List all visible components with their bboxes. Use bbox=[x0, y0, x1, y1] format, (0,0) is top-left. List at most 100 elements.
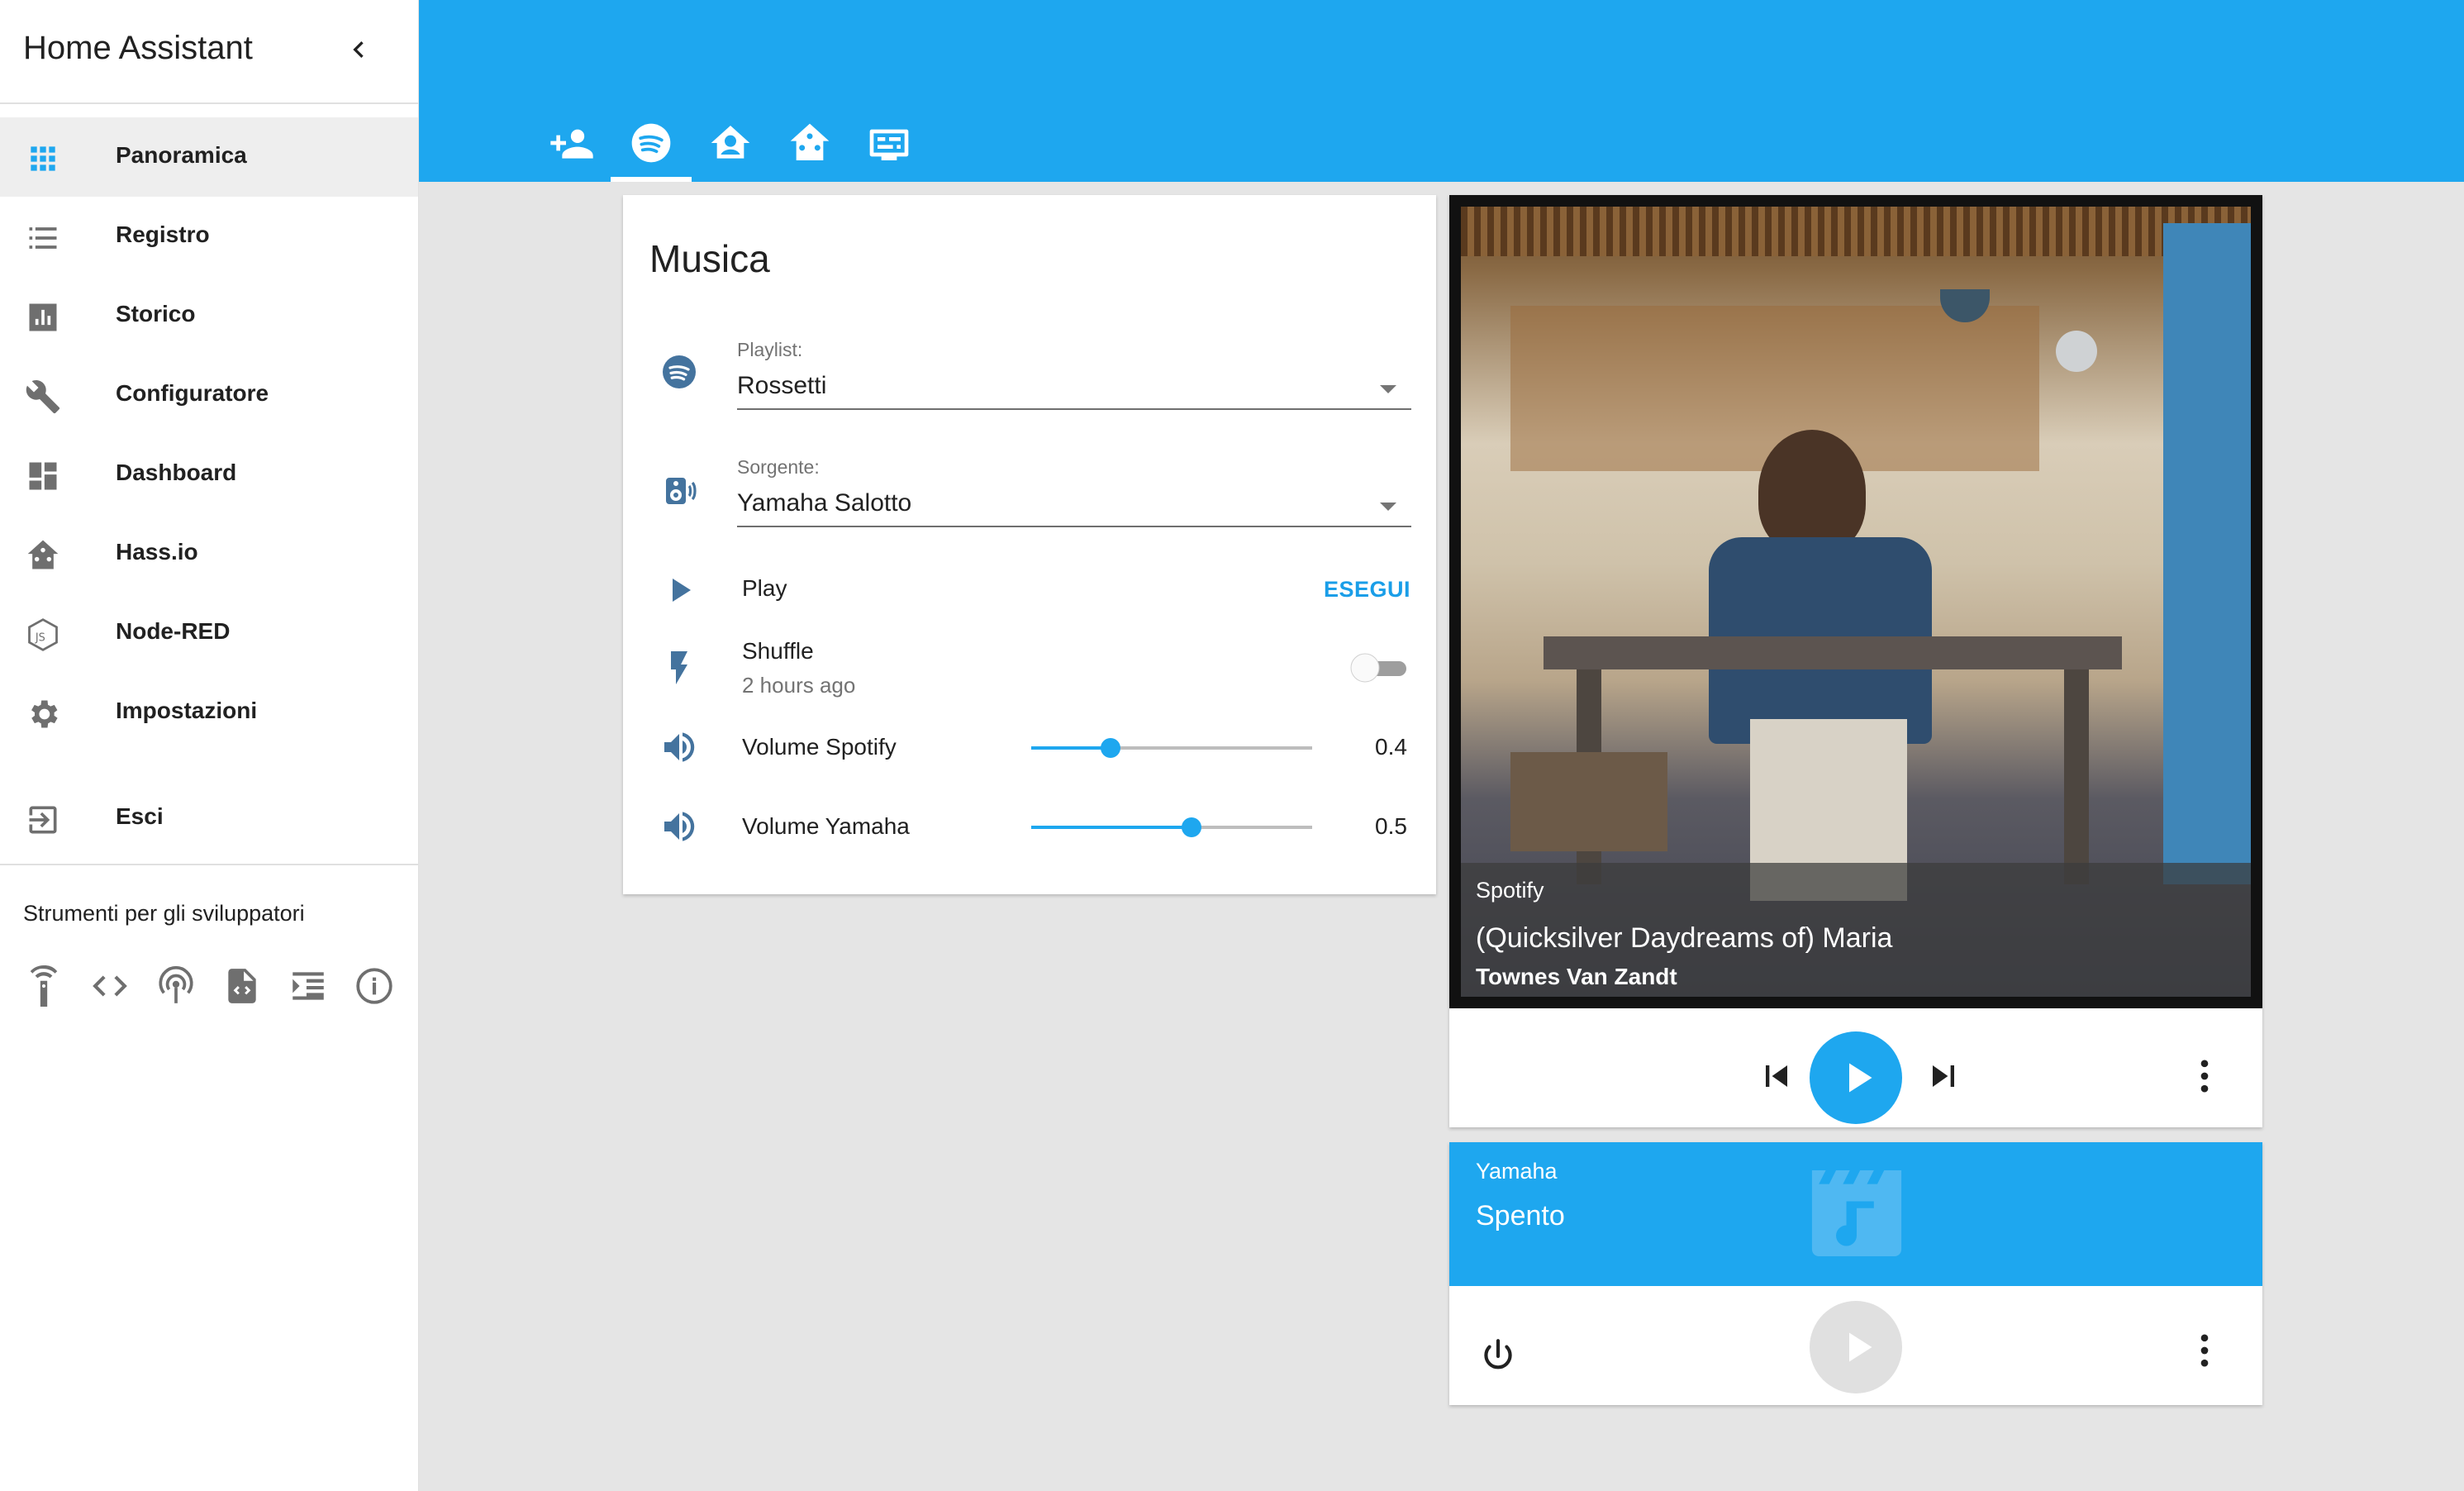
sidebar-item-label: Dashboard bbox=[116, 460, 237, 485]
track-artist: Townes Van Zandt bbox=[1476, 964, 1677, 989]
app-title: Home Assistant bbox=[23, 30, 253, 66]
sidebar-item-registro[interactable]: Registro bbox=[0, 197, 418, 276]
tv-guide-icon[interactable] bbox=[866, 120, 912, 166]
hanging-pan bbox=[2056, 331, 2097, 372]
chart-icon bbox=[29, 303, 57, 331]
sidebar-item-node-red[interactable]: JS Node-RED bbox=[0, 593, 418, 673]
play-button[interactable] bbox=[1810, 1031, 1902, 1124]
more-vertical-icon[interactable] bbox=[2183, 1329, 2226, 1372]
speaker-wireless-icon bbox=[666, 478, 697, 504]
track-title: (Quicksilver Daydreams of) Maria bbox=[1476, 922, 1893, 954]
playlist-select[interactable]: Rossetti bbox=[737, 372, 826, 400]
person-head bbox=[1758, 430, 1866, 554]
skip-next-icon[interactable] bbox=[1922, 1055, 1965, 1098]
bread-box bbox=[1510, 752, 1667, 851]
spotify-player-card: Spotify (Quicksilver Daydreams of) Maria… bbox=[1449, 195, 2262, 1127]
volume-spotify-slider[interactable] bbox=[1031, 736, 1312, 760]
dropdown-arrow-icon[interactable] bbox=[1380, 503, 1396, 511]
exit-icon bbox=[29, 806, 57, 834]
gear-icon bbox=[31, 700, 58, 728]
player-source: Spotify bbox=[1476, 878, 1544, 903]
power-icon[interactable] bbox=[1477, 1336, 1519, 1377]
sidebar-item-label: Impostazioni bbox=[116, 698, 258, 723]
chevron-left-icon[interactable] bbox=[342, 31, 375, 68]
home-assistant-icon[interactable] bbox=[787, 120, 833, 166]
remote-icon[interactable] bbox=[23, 965, 64, 1007]
file-code-icon[interactable] bbox=[221, 965, 263, 1007]
player-controls bbox=[1449, 1008, 2262, 1127]
sidebar: Home Assistant Panoramica Registro Stori… bbox=[0, 0, 419, 1491]
sidebar-item-esci[interactable]: Esci bbox=[0, 779, 418, 858]
play-label: Play bbox=[742, 575, 787, 601]
wall-trim bbox=[1461, 207, 2251, 256]
musica-card: Musica Playlist: Rossetti Sorgente: Yama… bbox=[623, 195, 1436, 894]
svg-text:JS: JS bbox=[35, 631, 45, 644]
sidebar-item-impostazioni[interactable]: Impostazioni bbox=[0, 673, 418, 752]
sidebar-item-label: Registro bbox=[116, 222, 210, 247]
hassio-icon bbox=[27, 540, 59, 569]
shuffle-timestamp: 2 hours ago bbox=[742, 673, 856, 698]
sidebar-item-label: Storico bbox=[116, 301, 196, 326]
log-icon[interactable] bbox=[288, 965, 329, 1007]
sidebar-item-panoramica[interactable]: Panoramica bbox=[0, 117, 418, 197]
wrench-icon bbox=[26, 380, 60, 414]
player-state: Spento bbox=[1476, 1200, 1565, 1231]
sidebar-divider bbox=[0, 864, 418, 865]
more-vertical-icon[interactable] bbox=[2183, 1055, 2226, 1098]
card-title: Musica bbox=[649, 237, 770, 280]
volume-yamaha-label: Volume Yamaha bbox=[742, 813, 910, 839]
yamaha-header: Yamaha Spento bbox=[1449, 1142, 2262, 1286]
play-icon bbox=[1849, 1063, 1872, 1093]
yamaha-player-card: Yamaha Spento bbox=[1449, 1142, 2262, 1405]
source-label: Sorgente: bbox=[737, 456, 820, 478]
sidebar-item-hassio[interactable]: Hass.io bbox=[0, 514, 418, 593]
playlist-label: Playlist: bbox=[737, 339, 803, 360]
dropdown-arrow-icon[interactable] bbox=[1380, 385, 1396, 393]
home-icon[interactable] bbox=[707, 120, 754, 166]
slider-fill bbox=[1031, 746, 1111, 750]
play-button[interactable] bbox=[1810, 1301, 1902, 1393]
dashboard-icon bbox=[29, 462, 57, 490]
nodejs-icon: JS bbox=[28, 618, 58, 651]
sidebar-item-dashboard[interactable]: Dashboard bbox=[0, 435, 418, 514]
volume-yamaha-value: 0.5 bbox=[1375, 813, 1407, 839]
active-tab-indicator bbox=[611, 177, 692, 182]
volume-icon bbox=[664, 732, 695, 762]
shuffle-toggle[interactable] bbox=[1349, 651, 1413, 684]
table-top bbox=[1544, 636, 2122, 669]
sidebar-item-label: Node-RED bbox=[116, 618, 231, 644]
sidebar-header: Home Assistant bbox=[0, 0, 418, 104]
slider-knob[interactable] bbox=[1101, 738, 1120, 758]
play-icon bbox=[673, 579, 691, 602]
broadcast-icon[interactable] bbox=[155, 965, 197, 1007]
flash-icon bbox=[671, 651, 687, 684]
sidebar-item-label: Hass.io bbox=[116, 539, 198, 564]
source-underline bbox=[737, 526, 1411, 527]
slider-knob[interactable] bbox=[1182, 817, 1201, 837]
apps-icon bbox=[31, 146, 55, 171]
account-group-icon[interactable] bbox=[549, 120, 595, 166]
volume-spotify-label: Volume Spotify bbox=[742, 734, 897, 760]
table-leg bbox=[2064, 669, 2089, 884]
sidebar-item-label: Configuratore bbox=[116, 380, 269, 406]
esegui-button[interactable]: ESEGUI bbox=[1324, 577, 1410, 603]
list-icon bbox=[29, 227, 57, 249]
sidebar-item-label: Panoramica bbox=[116, 142, 247, 168]
code-icon[interactable] bbox=[89, 965, 131, 1007]
spotify-icon bbox=[663, 355, 696, 388]
source-select[interactable]: Yamaha Salotto bbox=[737, 489, 911, 517]
spotify-icon[interactable] bbox=[628, 120, 674, 166]
info-icon[interactable] bbox=[354, 965, 395, 1007]
play-icon bbox=[1849, 1332, 1872, 1362]
sidebar-item-storico[interactable]: Storico bbox=[0, 276, 418, 355]
movie-music-icon bbox=[1811, 1170, 1902, 1256]
playlist-underline bbox=[737, 408, 1411, 410]
player-source: Yamaha bbox=[1476, 1159, 1558, 1184]
volume-yamaha-slider[interactable] bbox=[1031, 815, 1312, 840]
sidebar-item-label: Esci bbox=[116, 803, 164, 829]
blue-door bbox=[2163, 223, 2251, 884]
sidebar-item-configuratore[interactable]: Configuratore bbox=[0, 355, 418, 435]
skip-previous-icon[interactable] bbox=[1755, 1055, 1798, 1098]
volume-spotify-value: 0.4 bbox=[1375, 734, 1407, 760]
slider-fill bbox=[1031, 826, 1192, 829]
